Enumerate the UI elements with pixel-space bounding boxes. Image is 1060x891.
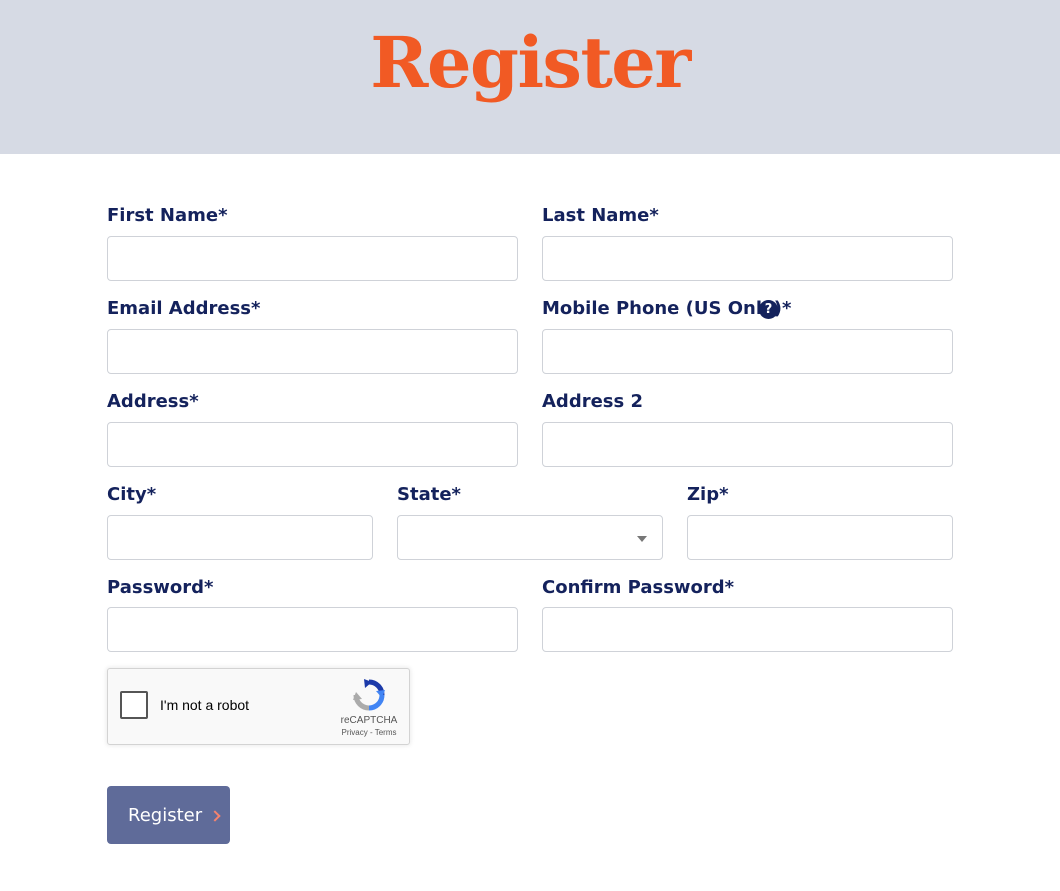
- recaptcha-brand: reCAPTCHA: [340, 715, 398, 726]
- state-select[interactable]: [397, 515, 663, 560]
- first-name-label: First Name*: [107, 205, 228, 226]
- city-label: City*: [107, 484, 157, 505]
- email-label: Email Address*: [107, 298, 261, 319]
- confirm-password-input[interactable]: [542, 607, 953, 652]
- zip-input[interactable]: [687, 515, 953, 560]
- city-input[interactable]: [107, 515, 373, 560]
- page-header: Register: [0, 0, 1060, 154]
- address-label: Address*: [107, 391, 199, 412]
- first-name-input[interactable]: [107, 236, 518, 281]
- chevron-right-icon: [209, 809, 221, 822]
- last-name-input[interactable]: [542, 236, 953, 281]
- address-input[interactable]: [107, 422, 518, 467]
- address2-label: Address 2: [542, 391, 644, 412]
- register-button-label: Register: [128, 804, 203, 826]
- recaptcha-label: I'm not a robot: [160, 697, 250, 713]
- recaptcha-links: Privacy - Terms: [328, 728, 410, 737]
- recaptcha-terms-link[interactable]: Terms: [375, 728, 397, 737]
- password-label: Password*: [107, 577, 214, 598]
- mobile-phone-label: Mobile Phone (US Only)*: [542, 298, 792, 319]
- recaptcha-checkbox[interactable]: [120, 691, 148, 719]
- password-input[interactable]: [107, 607, 518, 652]
- recaptcha-logo-icon: [353, 679, 385, 711]
- recaptcha-links-separator: -: [367, 728, 375, 737]
- last-name-label: Last Name*: [542, 205, 659, 226]
- chevron-down-icon: [637, 536, 647, 542]
- register-button[interactable]: Register: [107, 786, 230, 844]
- state-label: State*: [397, 484, 461, 505]
- confirm-password-label: Confirm Password*: [542, 577, 735, 598]
- recaptcha-privacy-link[interactable]: Privacy: [342, 728, 368, 737]
- address2-input[interactable]: [542, 422, 953, 467]
- question-circle-icon[interactable]: ?: [759, 300, 778, 319]
- recaptcha-widget: I'm not a robot reCAPTCHA Privacy - Term…: [107, 668, 410, 745]
- mobile-phone-input[interactable]: [542, 329, 953, 374]
- email-input[interactable]: [107, 329, 518, 374]
- zip-label: Zip*: [687, 484, 729, 505]
- page-title: Register: [370, 21, 691, 104]
